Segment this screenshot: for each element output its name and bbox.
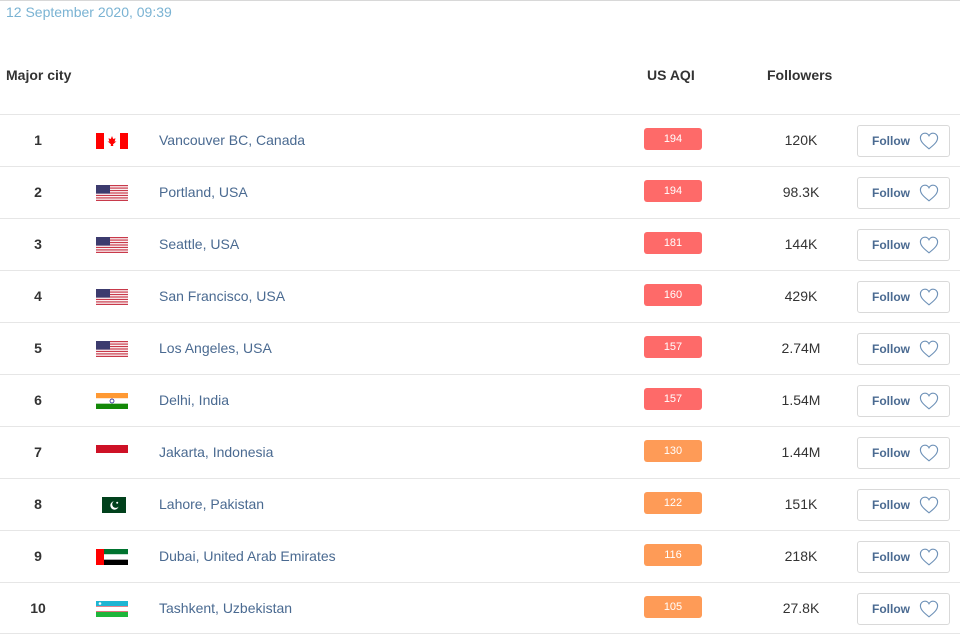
timestamp: 12 September 2020, 09:39 <box>6 4 172 20</box>
followers-count: 1.44M <box>781 444 821 460</box>
rank: 9 <box>34 548 42 564</box>
usa-flag-icon <box>96 185 128 201</box>
city-ranking-table: 1 Vancouver BC, Canada 194 120K Follow 2… <box>0 114 960 634</box>
follow-button[interactable]: Follow <box>857 177 950 209</box>
city-link[interactable]: San Francisco, USA <box>159 288 285 304</box>
follow-label: Follow <box>872 342 910 356</box>
rank: 5 <box>34 340 42 356</box>
usa-flag-icon <box>96 237 128 253</box>
followers-count: 27.8K <box>782 600 820 616</box>
aqi-badge: 130 <box>644 440 702 462</box>
heart-icon <box>919 184 939 202</box>
indonesia-flag-icon <box>96 445 128 461</box>
heart-icon <box>919 132 939 150</box>
follow-button[interactable]: Follow <box>857 229 950 261</box>
table-row: 8 Lahore, Pakistan 122 151K Follow <box>0 478 960 530</box>
followers-count: 218K <box>784 548 818 564</box>
follow-button[interactable]: Follow <box>857 489 950 521</box>
heart-icon <box>919 548 939 566</box>
followers-count: 98.3K <box>782 184 820 200</box>
heart-icon <box>919 288 939 306</box>
rank: 2 <box>34 184 42 200</box>
table-row: 6 Delhi, India 157 1.54M Follow <box>0 374 960 426</box>
heart-icon <box>919 236 939 254</box>
aqi-badge: 122 <box>644 492 702 514</box>
aqi-badge: 194 <box>644 128 702 150</box>
table-row: 4 San Francisco, USA 160 429K Follow <box>0 270 960 322</box>
city-link[interactable]: Vancouver BC, Canada <box>159 132 305 148</box>
canada-flag-icon <box>96 133 128 149</box>
aqi-badge: 181 <box>644 232 702 254</box>
aqi-badge: 160 <box>644 284 702 306</box>
pakistan-flag-icon <box>96 497 128 513</box>
follow-label: Follow <box>872 602 910 616</box>
follow-button[interactable]: Follow <box>857 333 950 365</box>
india-flag-icon <box>96 393 128 409</box>
aqi-badge: 116 <box>644 544 702 566</box>
heart-icon <box>919 496 939 514</box>
follow-label: Follow <box>872 550 910 564</box>
uae-flag-icon <box>96 549 128 565</box>
heart-icon <box>919 340 939 358</box>
rank: 8 <box>34 496 42 512</box>
followers-count: 144K <box>784 236 818 252</box>
follow-button[interactable]: Follow <box>857 125 950 157</box>
table-row: 1 Vancouver BC, Canada 194 120K Follow <box>0 114 960 166</box>
follow-label: Follow <box>872 134 910 148</box>
table-header: Major city US AQI Followers <box>0 67 960 87</box>
follow-label: Follow <box>872 394 910 408</box>
usa-flag-icon <box>96 289 128 305</box>
usa-flag-icon <box>96 341 128 357</box>
follow-label: Follow <box>872 446 910 460</box>
follow-button[interactable]: Follow <box>857 541 950 573</box>
follow-label: Follow <box>872 238 910 252</box>
header-us-aqi: US AQI <box>647 67 695 83</box>
follow-button[interactable]: Follow <box>857 385 950 417</box>
table-row: 7 Jakarta, Indonesia 130 1.44M Follow <box>0 426 960 478</box>
follow-label: Follow <box>872 290 910 304</box>
aqi-badge: 105 <box>644 596 702 618</box>
city-link[interactable]: Lahore, Pakistan <box>159 496 264 512</box>
table-row: 10 Tashkent, Uzbekistan 105 27.8K Follow <box>0 582 960 634</box>
aqi-badge: 157 <box>644 388 702 410</box>
city-link[interactable]: Dubai, United Arab Emirates <box>159 548 336 564</box>
followers-count: 1.54M <box>781 392 821 408</box>
rank: 3 <box>34 236 42 252</box>
follow-button[interactable]: Follow <box>857 593 950 625</box>
rank: 10 <box>30 600 46 616</box>
header-followers: Followers <box>767 67 833 83</box>
table-row: 5 Los Angeles, USA 157 2.74M Follow <box>0 322 960 374</box>
heart-icon <box>919 392 939 410</box>
city-link[interactable]: Jakarta, Indonesia <box>159 444 273 460</box>
city-link[interactable]: Portland, USA <box>159 184 248 200</box>
follow-button[interactable]: Follow <box>857 437 950 469</box>
followers-count: 2.74M <box>781 340 821 356</box>
heart-icon <box>919 444 939 462</box>
follow-label: Follow <box>872 186 910 200</box>
table-row: 9 Dubai, United Arab Emirates 116 218K F… <box>0 530 960 582</box>
city-link[interactable]: Tashkent, Uzbekistan <box>159 600 292 616</box>
follow-button[interactable]: Follow <box>857 281 950 313</box>
heart-icon <box>919 600 939 618</box>
followers-count: 429K <box>784 288 818 304</box>
rank: 7 <box>34 444 42 460</box>
table-row: 3 Seattle, USA 181 144K Follow <box>0 218 960 270</box>
rank: 4 <box>34 288 42 304</box>
follow-label: Follow <box>872 498 910 512</box>
header-major-city: Major city <box>6 67 72 83</box>
uzbekistan-flag-icon <box>96 601 128 617</box>
city-link[interactable]: Delhi, India <box>159 392 229 408</box>
table-row: 2 Portland, USA 194 98.3K Follow <box>0 166 960 218</box>
rank: 6 <box>34 392 42 408</box>
aqi-badge: 194 <box>644 180 702 202</box>
aqi-badge: 157 <box>644 336 702 358</box>
rank: 1 <box>34 132 42 148</box>
city-link[interactable]: Los Angeles, USA <box>159 340 272 356</box>
followers-count: 120K <box>784 132 818 148</box>
city-link[interactable]: Seattle, USA <box>159 236 239 252</box>
followers-count: 151K <box>784 496 818 512</box>
